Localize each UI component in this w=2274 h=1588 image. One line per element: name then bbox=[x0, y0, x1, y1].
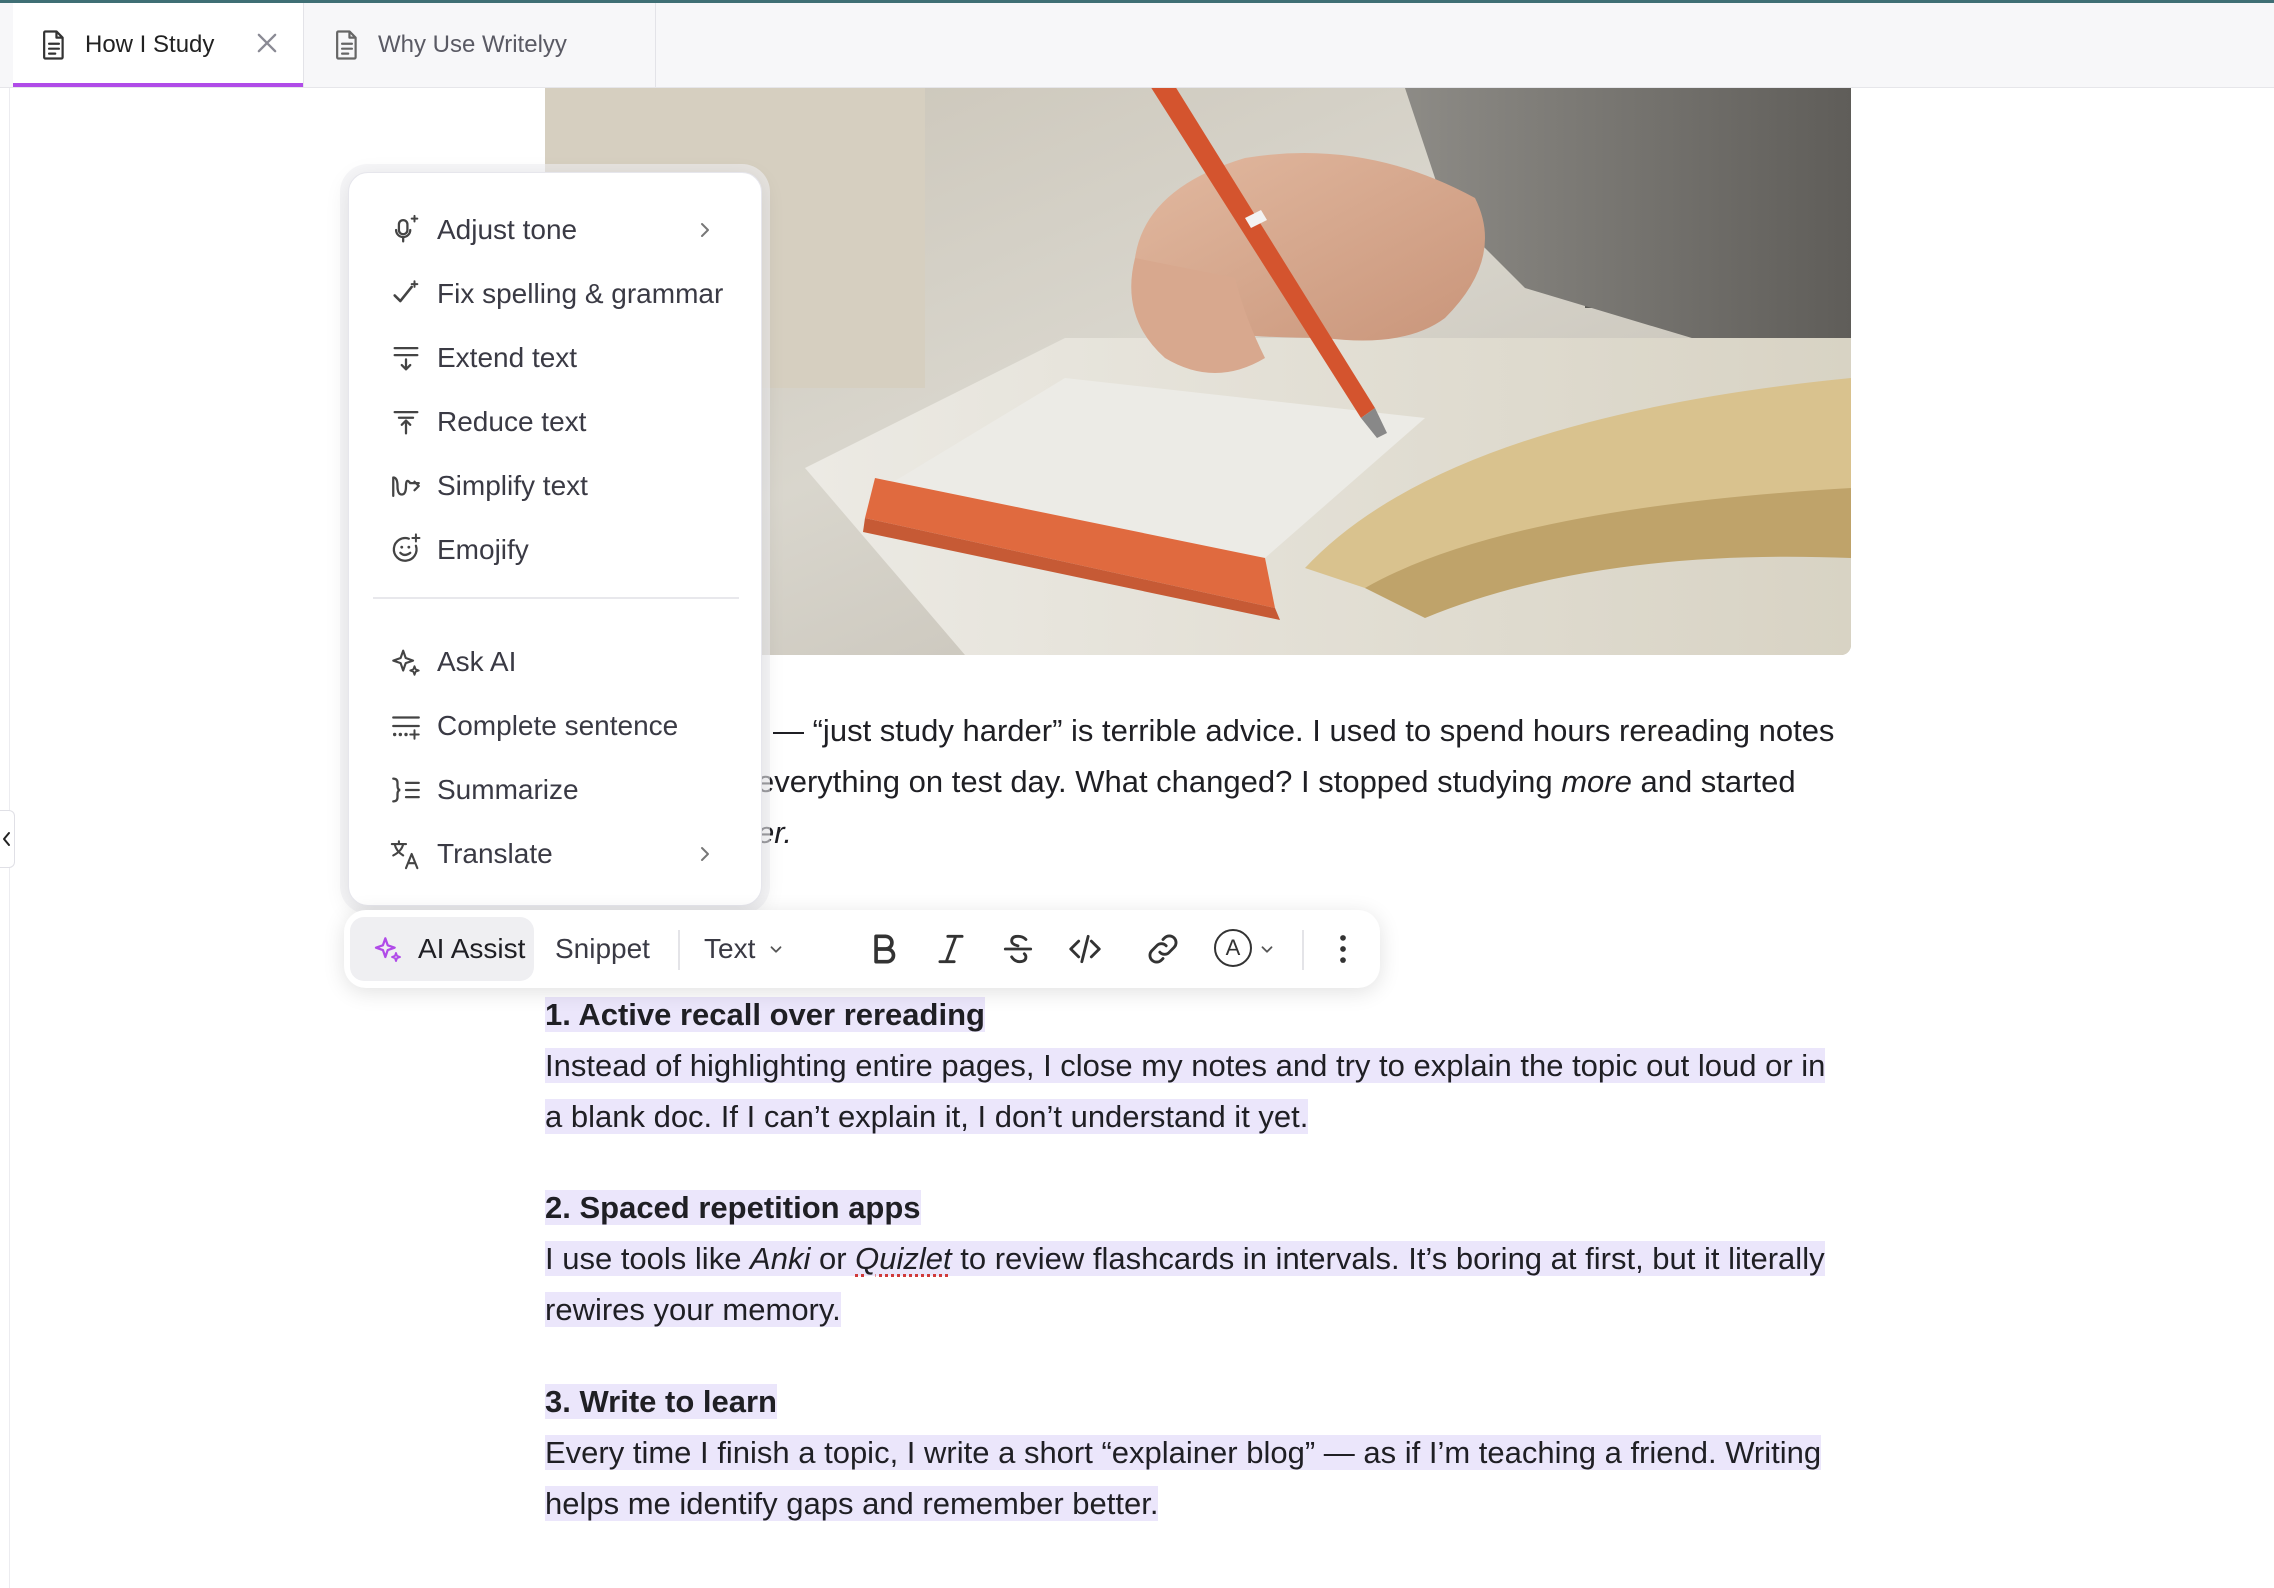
ai-assist-button[interactable]: AI Assist bbox=[350, 917, 534, 981]
document-icon bbox=[43, 30, 64, 60]
section-paragraph-line: Every time I finish a topic, I write a s… bbox=[545, 1427, 1822, 1478]
heading-text: 2. Spaced repetition apps bbox=[545, 1190, 921, 1225]
tab-label: How I Study bbox=[85, 31, 215, 58]
simplify-wave-icon bbox=[392, 476, 420, 498]
chevron-right-icon bbox=[701, 847, 709, 861]
tab-bar: How I Study Why Use Writelyy bbox=[0, 3, 2274, 88]
menu-item-complete-sentence[interactable]: Complete sentence bbox=[389, 702, 678, 750]
toolbar-divider bbox=[1302, 930, 1304, 970]
menu-item-simplify-text[interactable]: Simplify text bbox=[389, 462, 588, 510]
paragraph-text: rewires your memory. bbox=[545, 1292, 841, 1327]
menu-item-fix-spelling-grammar[interactable]: Fix spelling & grammar bbox=[389, 270, 723, 318]
section-paragraph-line: rewires your memory. bbox=[545, 1284, 841, 1335]
intro-emphasis: er. bbox=[757, 815, 793, 850]
ai-assist-label: AI Assist bbox=[418, 933, 526, 964]
smile-sparkle-icon bbox=[392, 533, 421, 562]
more-options-icon[interactable] bbox=[1324, 930, 1362, 968]
code-icon[interactable] bbox=[1066, 930, 1104, 968]
section-heading: 2. Spaced repetition apps bbox=[545, 1182, 921, 1233]
menu-item-label: Summarize bbox=[437, 774, 579, 805]
section-paragraph-line: I use tools like Anki or Quizlet to revi… bbox=[545, 1233, 1825, 1284]
text-style-dropdown[interactable]: Text bbox=[704, 910, 785, 988]
section-paragraph-line: Instead of highlighting entire pages, I … bbox=[545, 1040, 1826, 1091]
menu-item-label: Translate bbox=[437, 838, 553, 869]
menu-item-label: Ask AI bbox=[437, 646, 517, 677]
menu-item-adjust-tone[interactable]: Adjust tone bbox=[389, 206, 577, 254]
complete-lines-icon bbox=[392, 716, 420, 740]
menu-divider bbox=[373, 597, 739, 599]
intro-emphasis: more bbox=[1561, 764, 1632, 799]
heading-text: 1. Active recall over rereading bbox=[545, 997, 985, 1032]
ai-assist-menu: Adjust tone Fix spelling & grammar Exten… bbox=[348, 172, 762, 906]
formatting-toolbar: AI Assist Snippet Text A bbox=[344, 910, 1380, 988]
paragraph-text: or bbox=[810, 1241, 856, 1276]
heading-text: 3. Write to learn bbox=[545, 1384, 777, 1419]
chevron-left-icon bbox=[3, 832, 10, 846]
summarize-list-icon bbox=[392, 777, 420, 803]
sidebar-collapse-button[interactable] bbox=[0, 810, 15, 868]
chevron-down-icon bbox=[1261, 946, 1273, 953]
document-icon bbox=[336, 30, 357, 60]
check-sparkle-icon bbox=[393, 280, 419, 303]
menu-item-label: Reduce text bbox=[437, 406, 587, 437]
paragraph-text: Instead of highlighting entire pages, I … bbox=[545, 1048, 1826, 1083]
section-heading: 3. Write to learn bbox=[545, 1376, 777, 1427]
link-icon[interactable] bbox=[1144, 930, 1182, 968]
snippet-label: Snippet bbox=[555, 933, 650, 964]
app-name-anki: Anki bbox=[750, 1241, 811, 1276]
menu-item-label: Fix spelling & grammar bbox=[437, 278, 724, 309]
tab-why-use-writelyy[interactable]: Why Use Writelyy bbox=[304, 3, 656, 87]
menu-item-label: Simplify text bbox=[437, 470, 588, 501]
menu-item-label: Complete sentence bbox=[437, 710, 679, 741]
chevron-down-icon bbox=[770, 946, 782, 953]
text-color-icon: A bbox=[1214, 929, 1252, 967]
translate-icon bbox=[390, 840, 419, 870]
sparkles-icon bbox=[392, 649, 420, 676]
menu-item-label: Extend text bbox=[437, 342, 578, 373]
menu-item-translate[interactable]: Translate bbox=[389, 830, 553, 878]
text-color-letter: A bbox=[1225, 935, 1241, 960]
extend-lines-icon bbox=[393, 346, 419, 371]
intro-line-2: everything on test day. What changed? I … bbox=[757, 756, 1796, 807]
menu-item-emojify[interactable]: Emojify bbox=[389, 526, 529, 574]
section-paragraph-line: helps me identify gaps and remember bett… bbox=[545, 1478, 1159, 1529]
menu-item-extend-text[interactable]: Extend text bbox=[389, 334, 577, 382]
paragraph-text: to review flashcards in intervals. It’s … bbox=[951, 1241, 1825, 1276]
app-name-quizlet[interactable]: Quizlet bbox=[855, 1241, 951, 1276]
intro-line-3: er. bbox=[757, 807, 792, 858]
reduce-lines-icon bbox=[393, 410, 419, 435]
section-paragraph-line: a blank doc. If I can’t explain it, I do… bbox=[545, 1091, 1309, 1142]
menu-item-label: Emojify bbox=[437, 534, 529, 565]
menu-item-ask-ai[interactable]: Ask AI bbox=[389, 638, 516, 686]
intro-text: everything on test day. What changed? I … bbox=[757, 764, 1562, 799]
snippet-button[interactable]: Snippet bbox=[555, 910, 650, 988]
paragraph-text: I use tools like bbox=[545, 1241, 751, 1276]
section-heading: 1. Active recall over rereading bbox=[545, 989, 985, 1040]
tab-how-i-study[interactable]: How I Study bbox=[13, 3, 304, 87]
intro-text: — “just study harder” is terrible advice… bbox=[773, 713, 1835, 748]
paragraph-text: Every time I finish a topic, I write a s… bbox=[545, 1435, 1822, 1470]
intro-text: and started bbox=[1631, 764, 1796, 799]
paragraph-text: a blank doc. If I can’t explain it, I do… bbox=[545, 1099, 1309, 1134]
toolbar-divider bbox=[678, 930, 680, 970]
paragraph-text: helps me identify gaps and remember bett… bbox=[545, 1486, 1159, 1521]
sparkles-icon bbox=[374, 937, 401, 962]
tab-label: Why Use Writelyy bbox=[378, 31, 567, 58]
text-style-label: Text bbox=[704, 933, 756, 964]
chevron-right-icon bbox=[701, 223, 709, 237]
active-tab-indicator bbox=[13, 83, 303, 87]
menu-item-label: Adjust tone bbox=[437, 214, 578, 245]
menu-item-reduce-text[interactable]: Reduce text bbox=[389, 398, 586, 446]
intro-line-1: — “just study harder” is terrible advice… bbox=[773, 705, 1834, 756]
bold-icon[interactable] bbox=[865, 930, 903, 968]
text-color-button[interactable]: A bbox=[1214, 929, 1280, 969]
close-icon[interactable] bbox=[253, 29, 281, 57]
italic-icon[interactable] bbox=[932, 930, 970, 968]
strikethrough-icon[interactable] bbox=[999, 930, 1037, 968]
menu-item-summarize[interactable]: Summarize bbox=[389, 766, 579, 814]
mic-sparkle-icon bbox=[394, 214, 419, 243]
